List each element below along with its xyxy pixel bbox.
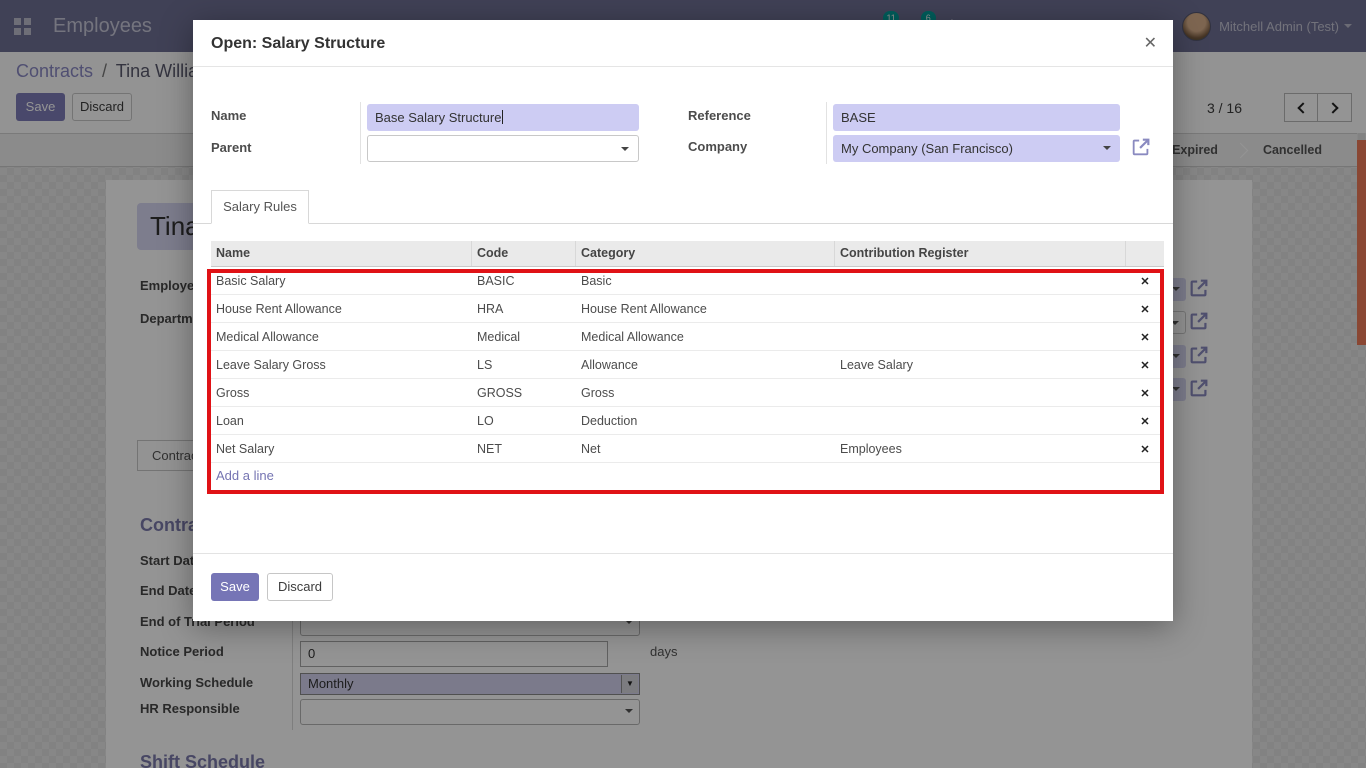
column-header-delete xyxy=(1126,241,1164,266)
chevron-down-icon xyxy=(1103,146,1111,150)
group-separator xyxy=(826,102,827,164)
cell-name: Medical Allowance xyxy=(211,330,472,344)
page: Employees EmployeesEmployee DirectoryDoc… xyxy=(0,0,1366,768)
name-value: Base Salary Structure xyxy=(375,110,501,125)
close-icon[interactable]: ✕ xyxy=(1144,33,1157,53)
dialog-title: Open: Salary Structure xyxy=(211,35,385,53)
delete-cell: ✕ xyxy=(1126,386,1164,400)
cell-category: House Rent Allowance xyxy=(576,302,835,316)
cell-code: Medical xyxy=(472,330,576,344)
column-header-category[interactable]: Category xyxy=(576,241,835,266)
cell-name: Basic Salary xyxy=(211,274,472,288)
dialog-save-button[interactable]: Save xyxy=(211,573,259,601)
cell-code: HRA xyxy=(472,302,576,316)
dialog-discard-button[interactable]: Discard xyxy=(267,573,333,601)
company-external-link-icon[interactable] xyxy=(1130,136,1152,158)
cell-code: LO xyxy=(472,414,576,428)
delete-row-icon[interactable]: ✕ xyxy=(1140,360,1149,372)
delete-cell: ✕ xyxy=(1126,330,1164,344)
table-row[interactable]: Medical AllowanceMedicalMedical Allowanc… xyxy=(211,323,1164,351)
cell-name: Net Salary xyxy=(211,442,472,456)
table-row[interactable]: GrossGROSSGross ✕ xyxy=(211,379,1164,407)
cell-category: Medical Allowance xyxy=(576,330,835,344)
cell-code: NET xyxy=(472,442,576,456)
delete-cell: ✕ xyxy=(1126,302,1164,316)
cell-name: Gross xyxy=(211,386,472,400)
cell-code: GROSS xyxy=(472,386,576,400)
table-row[interactable]: House Rent AllowanceHRAHouse Rent Allowa… xyxy=(211,295,1164,323)
parent-label: Parent xyxy=(211,140,251,155)
cell-name: Loan xyxy=(211,414,472,428)
reference-label: Reference xyxy=(688,108,751,123)
table-row[interactable]: Basic SalaryBASICBasic ✕ xyxy=(211,267,1164,295)
group-separator xyxy=(360,102,361,164)
text-cursor xyxy=(502,110,503,124)
delete-cell: ✕ xyxy=(1126,442,1164,456)
table-header: Name Code Category Contribution Register xyxy=(211,241,1164,267)
cell-category: Deduction xyxy=(576,414,835,428)
cell-register: Employees xyxy=(835,442,1126,456)
delete-row-icon[interactable]: ✕ xyxy=(1140,304,1149,316)
delete-cell: ✕ xyxy=(1126,414,1164,428)
delete-row-icon[interactable]: ✕ xyxy=(1140,444,1149,456)
header-divider xyxy=(193,66,1173,67)
reference-input[interactable]: BASE xyxy=(833,104,1120,131)
delete-cell: ✕ xyxy=(1126,274,1164,288)
cell-code: BASIC xyxy=(472,274,576,288)
delete-row-icon[interactable]: ✕ xyxy=(1140,276,1149,288)
column-header-code[interactable]: Code xyxy=(472,241,576,266)
table-row[interactable]: Net SalaryNETNetEmployees ✕ xyxy=(211,435,1164,463)
cell-category: Net xyxy=(576,442,835,456)
name-label: Name xyxy=(211,108,246,123)
salary-structure-dialog: Open: Salary Structure ✕ Name Base Salar… xyxy=(193,20,1173,621)
add-a-line-link[interactable]: Add a line xyxy=(211,463,1164,489)
salary-rules-table: Name Code Category Contribution Register… xyxy=(211,241,1164,489)
footer-divider xyxy=(193,553,1173,554)
table-body: Basic SalaryBASICBasic✕House Rent Allowa… xyxy=(211,267,1164,463)
scrollbar-thumb[interactable] xyxy=(1357,140,1366,345)
table-row[interactable]: Leave Salary GrossLSAllowanceLeave Salar… xyxy=(211,351,1164,379)
delete-row-icon[interactable]: ✕ xyxy=(1140,416,1149,428)
column-header-register[interactable]: Contribution Register xyxy=(835,241,1126,266)
cell-category: Allowance xyxy=(576,358,835,372)
cell-register: Leave Salary xyxy=(835,358,1126,372)
name-input[interactable]: Base Salary Structure xyxy=(367,104,639,131)
chevron-down-icon xyxy=(621,147,629,151)
cell-name: House Rent Allowance xyxy=(211,302,472,316)
table-row[interactable]: LoanLODeduction ✕ xyxy=(211,407,1164,435)
parent-select[interactable] xyxy=(367,135,639,162)
delete-cell: ✕ xyxy=(1126,358,1164,372)
notebook-divider xyxy=(193,223,1173,224)
cell-code: LS xyxy=(472,358,576,372)
cell-category: Basic xyxy=(576,274,835,288)
company-label: Company xyxy=(688,139,747,154)
cell-name: Leave Salary Gross xyxy=(211,358,472,372)
cell-category: Gross xyxy=(576,386,835,400)
delete-row-icon[interactable]: ✕ xyxy=(1140,332,1149,344)
column-header-name[interactable]: Name xyxy=(211,241,472,266)
delete-row-icon[interactable]: ✕ xyxy=(1140,388,1149,400)
company-value: My Company (San Francisco) xyxy=(841,141,1013,156)
tab-salary-rules[interactable]: Salary Rules xyxy=(211,190,309,224)
company-select[interactable]: My Company (San Francisco) xyxy=(833,135,1120,162)
